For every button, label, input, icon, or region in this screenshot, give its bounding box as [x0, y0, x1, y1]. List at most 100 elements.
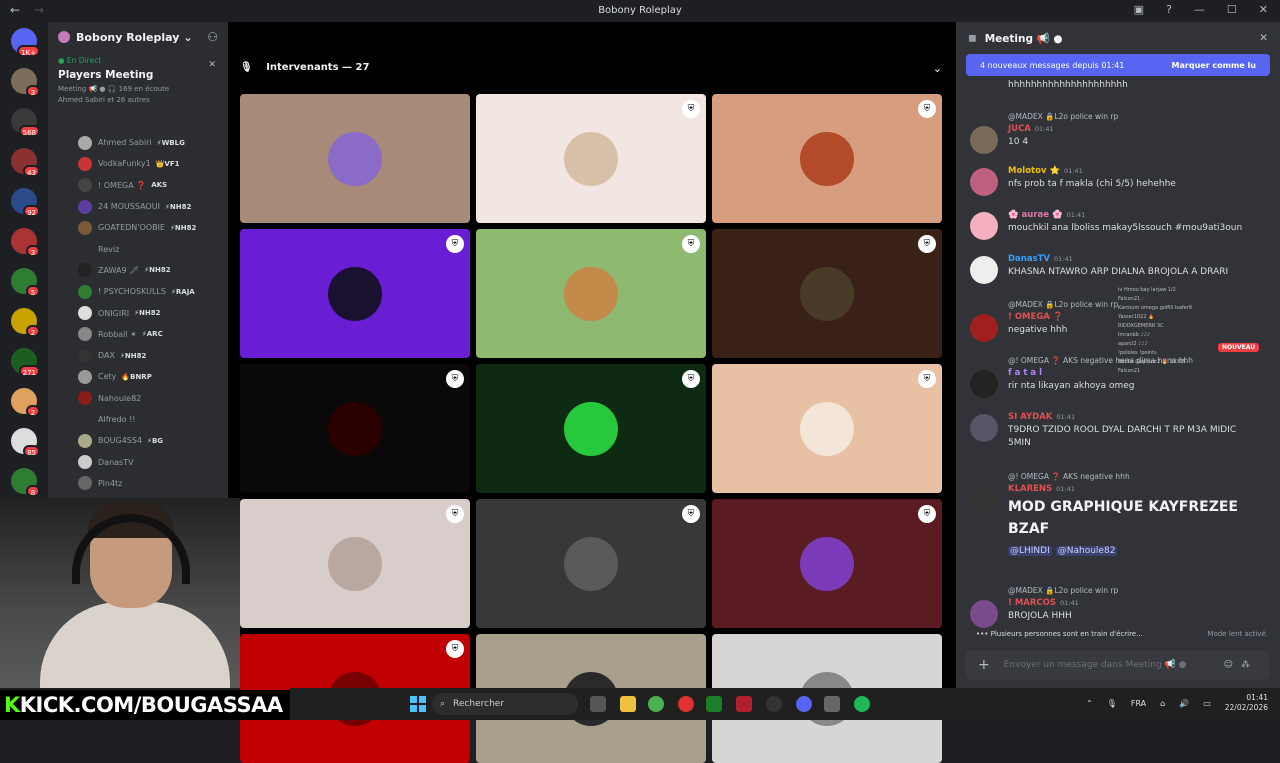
- message-composer[interactable]: + Envoyer un message dans Meeting 📢 ● ☺⁂: [966, 650, 1270, 680]
- server-icon[interactable]: 43: [11, 148, 40, 177]
- server-icon[interactable]: 2: [11, 308, 40, 337]
- voice-member[interactable]: DanasTV: [48, 451, 228, 472]
- server-icon[interactable]: 1K+: [11, 28, 40, 57]
- server-icon[interactable]: 3: [11, 228, 40, 257]
- voice-member[interactable]: ! PSYCHOSKULLS ⚡RAJA: [48, 281, 228, 302]
- avatar[interactable]: [970, 314, 998, 342]
- message-author[interactable]: ! MARCOS 01:41: [1008, 598, 1079, 608]
- server-icon[interactable]: 2: [11, 388, 40, 417]
- user-mention[interactable]: @LHINDI: [1008, 546, 1052, 556]
- server-icon[interactable]: 92: [11, 188, 40, 217]
- voice-member[interactable]: Alfredo !!: [48, 409, 228, 430]
- server-icon[interactable]: 568: [11, 108, 40, 137]
- message-author[interactable]: f a t a l: [1008, 368, 1046, 378]
- speaker-tile[interactable]: ⛨: [712, 229, 942, 358]
- speaker-tile[interactable]: ⛨: [240, 364, 470, 493]
- author-name[interactable]: DanasTV: [1008, 254, 1050, 264]
- microphone-tray-icon[interactable]: 🎙: [1107, 699, 1117, 708]
- speaker-tile[interactable]: [240, 94, 470, 223]
- avatar[interactable]: [970, 600, 998, 628]
- close-chat-icon[interactable]: ✕: [1259, 32, 1268, 44]
- reply-preview[interactable]: @MADEX 🔒L2o police win rp: [1008, 300, 1118, 309]
- message-author[interactable]: 🌸 aurae 🌸 01:41: [1008, 210, 1085, 220]
- avatar[interactable]: [970, 414, 998, 442]
- voice-member[interactable]: Ahmed Sabiri ⚡WBLG: [48, 132, 228, 153]
- discord-icon[interactable]: [796, 696, 812, 712]
- author-name[interactable]: f a t a l: [1008, 368, 1042, 378]
- clock[interactable]: 01:41 22/02/2026: [1225, 693, 1268, 713]
- speaker-tile[interactable]: ⛨: [476, 94, 706, 223]
- monitor-icon[interactable]: [824, 696, 840, 712]
- voice-member[interactable]: 24 MOUSSAOUI ⚡NH82: [48, 196, 228, 217]
- voice-member[interactable]: ONIGIRI ⚡NH82: [48, 302, 228, 323]
- server-header[interactable]: Bobony Roleplay ⌄ ⚇: [48, 22, 228, 52]
- author-name[interactable]: 🌸 aurae 🌸: [1008, 210, 1063, 220]
- spotify-icon[interactable]: [854, 696, 870, 712]
- minimize-icon[interactable]: —: [1194, 3, 1205, 16]
- voice-member[interactable]: DAX ⚡NH82: [48, 345, 228, 366]
- obs-icon[interactable]: [766, 696, 782, 712]
- reply-preview[interactable]: @! OMEGA ❓ AKS negative hhh: [1008, 472, 1130, 481]
- author-name[interactable]: ! MARCOS: [1008, 598, 1056, 608]
- avatar[interactable]: [970, 126, 998, 154]
- voice-member[interactable]: VodkaFunky1 👑VF1: [48, 153, 228, 174]
- task-view-icon[interactable]: [590, 696, 606, 712]
- voice-member[interactable]: GOATEDN'OOBIE ⚡NH82: [48, 217, 228, 238]
- mark-read-button[interactable]: Marquer comme lu: [1172, 61, 1256, 70]
- user-mention[interactable]: @Nahoule82: [1055, 546, 1118, 556]
- speaker-tile[interactable]: ⛨: [476, 229, 706, 358]
- message-author[interactable]: Molotov ⭐ 01:41: [1008, 166, 1083, 176]
- author-name[interactable]: SI AYDAK: [1008, 412, 1052, 422]
- message-author[interactable]: KLARENS 01:41: [1008, 484, 1075, 494]
- network-icon[interactable]: ⌂: [1160, 699, 1165, 708]
- maximize-icon[interactable]: ☐: [1227, 3, 1237, 16]
- composer-placeholder[interactable]: Envoyer un message dans Meeting 📢 ●: [1004, 660, 1187, 670]
- message-author[interactable]: DanasTV 01:41: [1008, 254, 1073, 264]
- author-name[interactable]: ! OMEGA ❓: [1008, 312, 1063, 322]
- reply-preview[interactable]: @MADEX 🔒L2o police win rp: [1008, 112, 1118, 121]
- battery-icon[interactable]: ▭: [1203, 699, 1211, 708]
- server-icon[interactable]: 271: [11, 348, 40, 377]
- server-icon[interactable]: 3: [11, 68, 40, 97]
- speaker-tile[interactable]: ⛨: [712, 499, 942, 628]
- message-author[interactable]: JUCA 01:41: [1008, 124, 1054, 134]
- voice-member[interactable]: ! OMEGA ❓ AKS: [48, 175, 228, 196]
- server-icon[interactable]: 8: [11, 468, 40, 497]
- reply-preview[interactable]: @MADEX 🔒L2o police win rp: [1008, 586, 1118, 595]
- speaker-tile[interactable]: ⛨: [240, 229, 470, 358]
- voice-member[interactable]: Nahoule82: [48, 388, 228, 409]
- volume-icon[interactable]: 🔊: [1179, 699, 1189, 708]
- server-icon[interactable]: 85: [11, 428, 40, 457]
- inbox-icon[interactable]: ▣: [1134, 3, 1144, 16]
- avatar[interactable]: [970, 168, 998, 196]
- opera-icon[interactable]: [678, 696, 694, 712]
- terminal-icon[interactable]: [706, 696, 722, 712]
- taskbar-search[interactable]: ⌕ Rechercher: [432, 693, 578, 715]
- author-name[interactable]: JUCA: [1008, 124, 1031, 134]
- app-icon[interactable]: [736, 696, 752, 712]
- speaker-tile[interactable]: ⛨: [712, 94, 942, 223]
- voice-member[interactable]: ZAWA9 🗡 ⚡NH82: [48, 260, 228, 281]
- avatar[interactable]: [970, 212, 998, 240]
- author-name[interactable]: Molotov ⭐: [1008, 166, 1060, 176]
- avatar[interactable]: [970, 370, 998, 398]
- voice-member[interactable]: Cety 🔥BNRP: [48, 366, 228, 387]
- speaker-tile[interactable]: ⛨: [712, 364, 942, 493]
- avatar[interactable]: [970, 486, 998, 514]
- voice-member[interactable]: Pin4tz: [48, 473, 228, 494]
- windows-start-icon[interactable]: [410, 696, 426, 712]
- attach-plus-icon[interactable]: +: [978, 657, 990, 673]
- emoji-icon[interactable]: ☺⁂: [1224, 660, 1258, 670]
- speaker-tile[interactable]: ⛨: [476, 499, 706, 628]
- voice-member[interactable]: BOUG4SS4 ⚡BG: [48, 430, 228, 451]
- file-explorer-icon[interactable]: [620, 696, 636, 712]
- message-author[interactable]: ! OMEGA ❓: [1008, 312, 1067, 322]
- add-member-icon[interactable]: ⚇: [207, 30, 218, 44]
- new-messages-bar[interactable]: 4 nouveaux messages depuis 01:41 Marquer…: [966, 54, 1270, 76]
- speaker-tile[interactable]: ⛨: [240, 499, 470, 628]
- server-icon[interactable]: 5: [11, 268, 40, 297]
- close-live-icon[interactable]: ✕: [208, 60, 216, 70]
- chrome-icon[interactable]: [648, 696, 664, 712]
- voice-member[interactable]: Robball ✶ ⚡ARC: [48, 324, 228, 345]
- message-author[interactable]: SI AYDAK 01:41: [1008, 412, 1075, 422]
